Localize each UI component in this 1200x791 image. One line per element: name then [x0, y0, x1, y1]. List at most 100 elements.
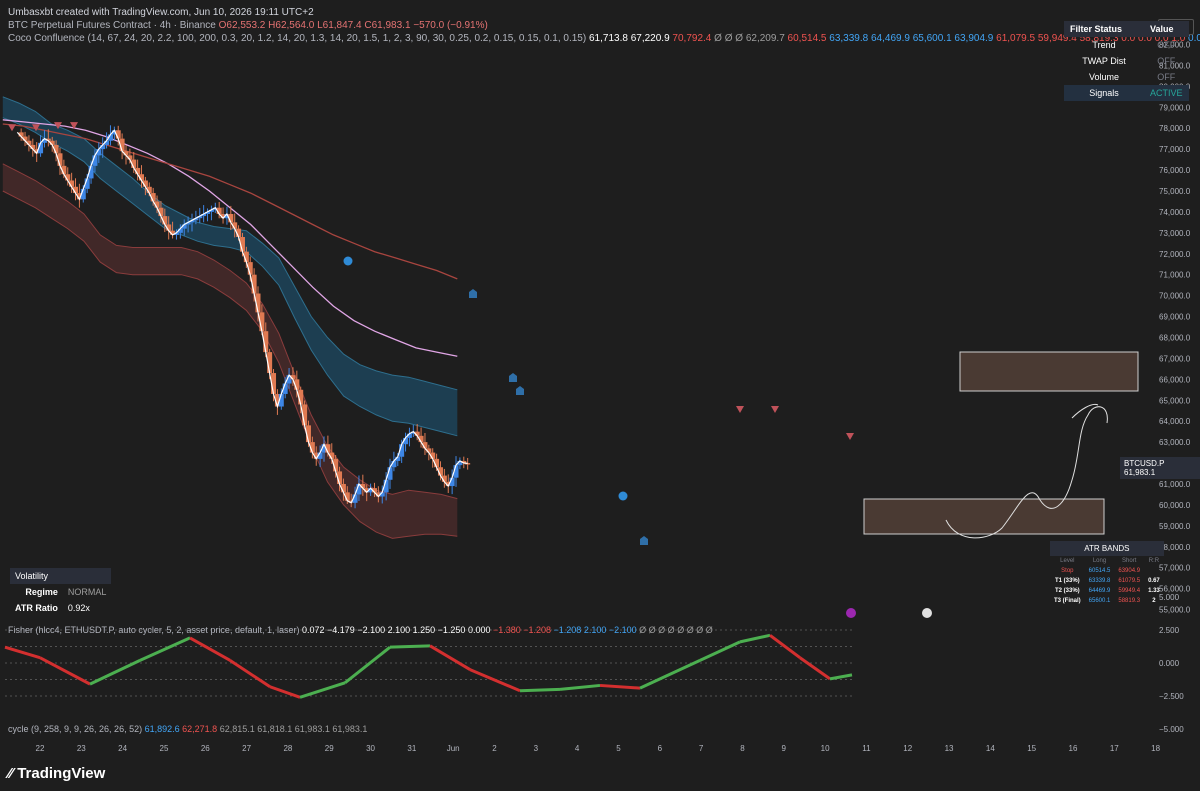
indicator-value: Ø: [735, 33, 746, 44]
filter-key: Trend: [1092, 40, 1116, 50]
flag-icon[interactable]: [922, 608, 932, 618]
fisher-value: Ø: [677, 625, 687, 635]
buy-signal-icon: [516, 386, 524, 395]
fisher-segment: [639, 658, 701, 690]
price-axis: 82,000.081,000.080,000.079,000.078,000.0…: [1159, 40, 1191, 614]
filter-key: TWAP Dist: [1082, 56, 1126, 66]
atr-bands-table: ATR BANDS Level Long Short R:R Stop 60514…: [1050, 541, 1164, 606]
indicator-value: 63,904.9: [954, 33, 997, 44]
indicator-label: Coco Confluence (14, 67, 24, 20, 2.2, 10…: [8, 33, 587, 44]
tradingview-logo[interactable]: ⁄⁄ TradingView: [8, 765, 105, 782]
time-tick-label: 25: [160, 744, 169, 753]
fisher-value: Ø: [667, 625, 678, 635]
atr-rr: 1.33: [1148, 588, 1160, 594]
symbol-label: BTC Perpetual Futures Contract · 4h · Bi…: [8, 20, 216, 31]
time-tick-label: 6: [658, 744, 663, 753]
fisher-segment: [429, 644, 471, 671]
sell-signal-icon: [846, 433, 854, 440]
price-tick-label: 79,000.0: [1159, 103, 1191, 112]
price-tick-label: 68,000.0: [1159, 333, 1191, 342]
fisher-header[interactable]: Fisher (hlcc4, ETHUSDT.P, auto cycler, 5…: [8, 625, 713, 635]
indicator-value: 60,514.5: [787, 33, 830, 44]
price-tick-label: 73,000.0: [1159, 229, 1191, 238]
price-tick-label: 71,000.0: [1159, 271, 1191, 280]
indicator-value: 61,079.5: [996, 33, 1038, 44]
symbol-line[interactable]: BTC Perpetual Futures Contract · 4h · Bi…: [8, 19, 1200, 32]
fisher-value: 0.000: [467, 625, 493, 635]
fisher-value: −2.100: [608, 625, 640, 635]
volatility-key: Regime: [25, 587, 58, 597]
lightning-icon[interactable]: [846, 608, 856, 618]
resistance-zone[interactable]: [959, 351, 1139, 392]
filter-header-status: Filter Status: [1064, 21, 1144, 37]
time-tick-label: 24: [118, 744, 127, 753]
time-tick-label: 31: [407, 744, 416, 753]
fisher-value: Ø: [705, 625, 713, 635]
indicator-value: Ø: [714, 33, 725, 44]
buy-signal-icon: [509, 373, 517, 382]
fisher-value: −1.208: [553, 625, 584, 635]
price-tick-label: 69,000.0: [1159, 313, 1191, 322]
indicator-line[interactable]: Coco Confluence (14, 67, 24, 20, 2.2, 10…: [8, 32, 1200, 45]
fisher-value: −1.250: [437, 625, 468, 635]
time-tick-label: 10: [821, 744, 830, 753]
cycle-value: 61,892.6: [144, 724, 183, 734]
indicator-value: 61,713.8: [588, 33, 631, 44]
time-tick-label: 5: [616, 744, 621, 753]
indicator-value: 63,339.8: [829, 33, 871, 44]
sell-signal-icon: [8, 124, 16, 132]
filter-value: ACTIVE: [1144, 85, 1189, 101]
time-tick-label: 17: [1110, 744, 1119, 753]
fisher-value: 2.100: [387, 625, 413, 635]
buy-signal-icon: [469, 289, 477, 298]
sell-signal-icon: [771, 406, 779, 413]
support-zone[interactable]: [863, 498, 1105, 535]
time-tick-label: 2: [492, 744, 497, 753]
atr-level: T1 (33%): [1054, 578, 1080, 584]
last-price-symbol: BTCUSD.P: [1124, 459, 1165, 468]
projection-hook[interactable]: [1071, 403, 1099, 419]
price-tick-label: 78,000.0: [1159, 124, 1191, 133]
fisher-value: −1.208: [523, 625, 554, 635]
atr-rr: [1144, 566, 1164, 576]
tradingview-wordmark: TradingView: [17, 765, 106, 782]
fisher-segment: [469, 668, 521, 693]
atr-short: 61079.5: [1118, 578, 1141, 584]
indicator-value: 62,209.7: [745, 33, 788, 44]
fisher-segment: [699, 640, 741, 662]
fisher-tick-label: −5.000: [1159, 725, 1184, 734]
sell-signal-icon: [736, 406, 744, 413]
fisher-value: −4.179: [327, 625, 358, 635]
atr-long: 63339.8: [1088, 578, 1111, 584]
chart-canvas[interactable]: 82,000.081,000.080,000.079,000.078,000.0…: [0, 0, 1200, 791]
time-tick-label: 18: [1151, 744, 1160, 753]
volatility-key: ATR Ratio: [15, 603, 58, 613]
fisher-segment: [559, 683, 601, 691]
fisher-tick-label: 0.000: [1159, 659, 1180, 668]
price-tick-label: 76,000.0: [1159, 166, 1191, 175]
atr-col-level: Level: [1060, 558, 1075, 564]
filter-key: Volume: [1088, 72, 1120, 82]
atr-level: T3 (Final): [1054, 598, 1081, 604]
price-tick-label: 55,000.0: [1159, 606, 1191, 615]
fisher-segment: [4, 645, 41, 660]
ohlc-close: C61,983.1: [364, 20, 411, 31]
atr-level: Stop: [1061, 568, 1074, 574]
fisher-segment: [39, 656, 91, 686]
tradingview-logo-icon: ⁄⁄: [8, 765, 18, 782]
chart-header: Umbasxbt created with TradingView.com, J…: [8, 6, 1200, 45]
atr-level: T2 (33%): [1054, 588, 1080, 594]
price-tick-label: 66,000.0: [1159, 375, 1191, 384]
atr-title: ATR BANDS: [1050, 541, 1164, 556]
price-tick-label: 63,000.0: [1159, 438, 1191, 447]
user-drawings: [863, 351, 1139, 539]
fisher-segment: [389, 644, 431, 649]
filter-status-table: Filter Status Value Trend OFF TWAP Dist OFF…: [1064, 21, 1189, 101]
filter-value: OFF: [1157, 56, 1176, 66]
buy-signal-icon: [640, 536, 648, 545]
cycle-header[interactable]: cycle (9, 258, 9, 9, 26, 26, 26, 52) 61,…: [8, 724, 367, 734]
price-tick-label: 59,000.0: [1159, 522, 1191, 531]
price-tick-label: 60,000.0: [1159, 501, 1191, 510]
cycle-label: cycle (9, 258, 9, 9, 26, 26, 26, 52): [8, 724, 143, 734]
indicator-value: 70,792.4: [672, 33, 715, 44]
